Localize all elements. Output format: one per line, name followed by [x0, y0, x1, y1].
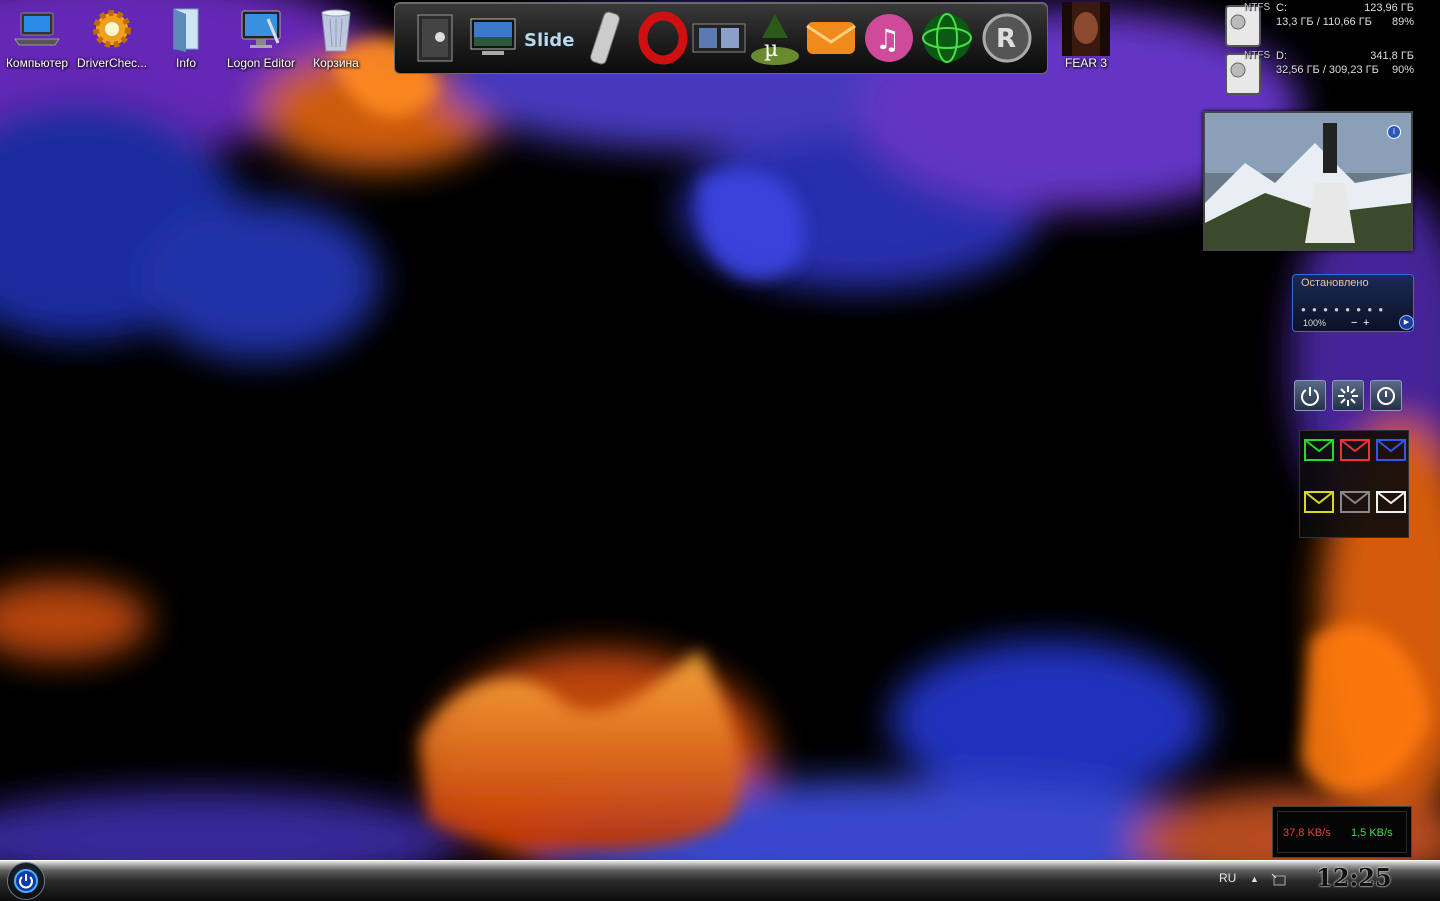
desktop-icon-logon-editor[interactable]: Logon Editor — [224, 4, 298, 74]
fear3-icon — [1060, 2, 1112, 56]
info-icon[interactable]: i — [1387, 125, 1401, 139]
standby-button[interactable] — [1370, 380, 1402, 411]
drive-info-c: NTFS C: 123,96 ГБ 13,3 ГБ / 110,66 ГБ 89… — [1224, 2, 1420, 48]
drive-total: 341,8 ГБ — [1370, 50, 1414, 62]
drive-total: 123,96 ГБ — [1364, 2, 1414, 14]
play-button[interactable]: ▶ — [1399, 315, 1414, 330]
media-player-gadget: Остановлено ● ● ● ● ● ● ● ● 100% − + ▶ — [1292, 274, 1414, 332]
laptop-icon — [11, 4, 63, 54]
drive-fs: NTFS — [1244, 50, 1271, 61]
drive-used: 13,3 ГБ / 110,66 ГБ — [1276, 16, 1372, 28]
drive-percent: 89% — [1391, 16, 1414, 28]
mail-notifier-gadget — [1299, 430, 1409, 538]
drive-letter: C: — [1276, 2, 1287, 14]
desktop-icon-driverchecker[interactable]: DriverChec... — [75, 4, 149, 74]
mail-envelope-black-icon[interactable] — [1340, 491, 1370, 513]
film-icon[interactable] — [691, 7, 747, 69]
shutdown-button[interactable] — [1294, 380, 1326, 411]
globe-icon[interactable] — [919, 7, 975, 69]
drive-fs: NTFS — [1244, 2, 1271, 13]
svg-text:Slide: Slide — [524, 30, 574, 51]
desktop-icon-label: Logon Editor — [226, 56, 296, 70]
desktop-icon-info[interactable]: Info — [149, 4, 223, 74]
desktop-icon-fear3[interactable]: FEAR 3 — [1049, 2, 1123, 74]
download-speed: 37,8 KB/s — [1283, 827, 1331, 839]
shutdown-icon — [1301, 386, 1319, 406]
slideshow-photo — [1205, 113, 1411, 249]
gear-icon — [86, 4, 138, 54]
mail-envelope-yellow-icon[interactable] — [1304, 491, 1334, 513]
slide-logo-icon[interactable]: Slide — [521, 7, 577, 69]
volume-up-button[interactable]: + — [1363, 317, 1369, 329]
standby-icon — [1377, 386, 1395, 405]
desktop-icon-label: DriverChec... — [76, 56, 147, 70]
monitor-icon[interactable] — [465, 7, 521, 69]
mail-envelope-blue-icon[interactable] — [1376, 439, 1406, 461]
remote-control-icon[interactable] — [577, 7, 633, 69]
safe-icon[interactable] — [407, 7, 463, 69]
svg-text:♫: ♫ — [875, 23, 900, 56]
mail-icon[interactable] — [803, 7, 859, 69]
svg-text:µ: µ — [764, 37, 778, 62]
drive-info-d: NTFS D: 341,8 ГБ 32,56 ГБ / 309,23 ГБ 90… — [1224, 50, 1420, 96]
upload-speed: 1,5 KB/s — [1351, 827, 1393, 839]
svg-text:R: R — [996, 24, 1016, 54]
language-indicator[interactable]: RU — [1219, 871, 1236, 885]
drive-used: 32,56 ГБ / 309,23 ГБ — [1276, 64, 1379, 76]
drive-percent: 90% — [1391, 64, 1414, 76]
taskbar: RU ▲ 12:25 — [0, 860, 1440, 901]
slideshow-gadget[interactable]: i — [1203, 111, 1413, 251]
music-icon[interactable]: ♫ — [861, 7, 917, 69]
network-meter-gadget: 37,8 KB/s 1,5 KB/s — [1272, 806, 1412, 858]
monitor-tools-icon — [235, 4, 287, 54]
desktop-icon-recycle-bin[interactable]: Корзина — [299, 4, 373, 74]
open-door-icon — [160, 4, 212, 54]
desktop-icon-label: Info — [175, 56, 196, 70]
start-orb-icon — [14, 869, 38, 893]
utorrent-icon[interactable]: µ — [747, 7, 803, 69]
player-status: Остановлено — [1301, 277, 1369, 289]
restart-icon — [1338, 385, 1358, 406]
r-logo-icon[interactable]: R — [979, 7, 1035, 69]
restart-button[interactable] — [1332, 380, 1364, 411]
mail-envelope-white-icon[interactable] — [1376, 491, 1406, 513]
player-volume: 100% — [1303, 318, 1327, 328]
clock[interactable]: 12:25 — [1316, 863, 1392, 892]
desktop-icon-label: FEAR 3 — [1064, 56, 1107, 70]
mail-envelope-red-icon[interactable] — [1340, 439, 1370, 461]
start-button[interactable] — [7, 862, 45, 900]
dock-bar: Slide µ ♫ R — [394, 2, 1048, 74]
mail-envelope-green-icon[interactable] — [1304, 439, 1334, 461]
desktop-icon-label: Корзина — [313, 56, 359, 70]
recycle-bin-icon — [310, 4, 362, 54]
desktop-icon-label: Компьютер — [5, 56, 69, 70]
desktop-icon-computer[interactable]: Компьютер — [0, 4, 74, 74]
volume-down-button[interactable]: − — [1351, 317, 1357, 329]
network-tray-icon[interactable] — [1271, 873, 1287, 887]
player-progress-dots: ● ● ● ● ● ● ● ● — [1301, 305, 1386, 314]
drive-letter: D: — [1276, 50, 1287, 62]
show-hidden-icons-button[interactable]: ▲ — [1250, 874, 1259, 884]
opera-icon[interactable] — [635, 7, 691, 69]
